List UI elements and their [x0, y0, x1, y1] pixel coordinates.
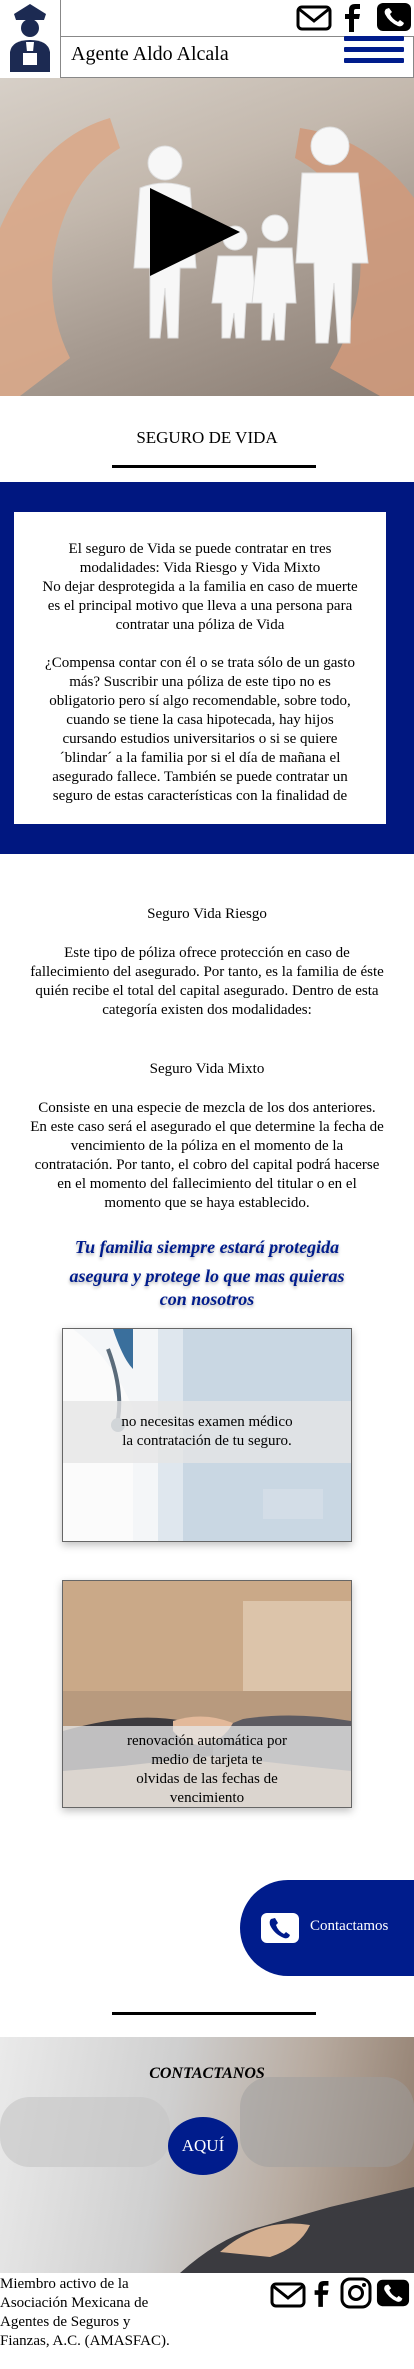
feature-caption-line: la contratación de tu seguro. — [122, 1433, 292, 1449]
mixto-line: en el momento del fallecimiento del titu… — [57, 1176, 357, 1192]
mixto-line: Consiste en una especie de mezcla de los… — [38, 1100, 376, 1116]
intro-line: más? Suscribir una póliza de este tipo n… — [69, 674, 331, 690]
intro-line: seguro de estas características con la f… — [52, 788, 348, 804]
footer-line: Fianzas, A.C. (AMASFAC). — [0, 2333, 170, 2349]
feature-caption-line: medio de tarjeta te — [151, 1752, 263, 1768]
intro-line: El seguro de Vida se puede contratar en … — [68, 541, 332, 557]
feature-caption-line: renovación automática por — [127, 1733, 287, 1749]
feature-card-medical: no necesitas examen médico la contrataci… — [62, 1328, 352, 1542]
tagline-line: asegura y protege lo que mas quieras — [69, 1266, 345, 1286]
mixto-line: vencimiento de la póliza en el momento d… — [70, 1138, 344, 1154]
mixto-line: momento que se haya establecido. — [104, 1195, 310, 1211]
contact-divider — [112, 2012, 316, 2015]
mail-icon[interactable] — [270, 2279, 306, 2309]
contact-pill-label: Contactamos — [310, 1918, 389, 1934]
footer-line: Miembro activo de la — [0, 2276, 129, 2292]
contact-title: CONTACTANOS — [149, 2065, 265, 2082]
intro-line: No dejar desprotegida a la familia en ca… — [42, 579, 358, 595]
intro-box: El seguro de Vida se puede contratar en … — [0, 482, 414, 854]
phone-icon[interactable] — [376, 2, 412, 32]
feature-caption-line: vencimiento — [169, 1790, 245, 1806]
mixto-description: Consiste en una especie de mezcla de los… — [0, 1099, 414, 1213]
intro-line: asegurado fallece. También se puede cont… — [52, 769, 348, 785]
riesgo-description: Este tipo de póliza ofrece protección en… — [0, 944, 414, 1020]
site-name[interactable]: Agente Aldo Alcala — [71, 43, 229, 66]
footer-line: Agentes de Seguros y — [0, 2314, 131, 2330]
mail-icon[interactable] — [296, 2, 332, 32]
play-button-icon[interactable] — [150, 188, 240, 276]
intro-line: cuando se tiene la casa hipotecada, hay … — [66, 712, 334, 728]
tagline: Tu familia siempre estará protegida aseg… — [0, 1236, 414, 1311]
mixto-title: Seguro Vida Mixto — [149, 1061, 265, 1077]
riesgo-line: fallecimiento del asegurado. Por tanto, … — [30, 964, 384, 980]
contact-section: CONTACTANOS AQUÍ — [0, 2037, 414, 2273]
intro-line: ¿Compensa contar con él o se trata sólo … — [45, 655, 355, 671]
mixto-line: En este caso será el asegurado el que de… — [30, 1119, 384, 1135]
instagram-icon[interactable] — [340, 2277, 372, 2309]
hamburger-menu-icon[interactable] — [344, 36, 404, 76]
riesgo-line: categoría existen dos modalidades: — [102, 1002, 312, 1018]
logo[interactable] — [0, 0, 61, 78]
riesgo-line: Este tipo de póliza ofrece protección en… — [64, 945, 350, 961]
contact-here-button[interactable]: AQUÍ — [168, 2117, 238, 2175]
intro-line: ´blindar´ a la familia por si el día de … — [59, 750, 341, 766]
feature-caption: no necesitas examen médico la contrataci… — [63, 1401, 351, 1463]
feature-caption-line: no necesitas examen médico — [121, 1414, 293, 1430]
intro-line: modalidades: Vida Riesgo y Vida Mixto — [79, 560, 321, 576]
facebook-icon[interactable] — [340, 2, 366, 32]
feature-caption: renovación automática por medio de tarje… — [63, 1726, 351, 1807]
feature-caption-line: olvidas de las fechas de — [136, 1771, 278, 1787]
title-divider — [112, 465, 316, 468]
mixto-line: contratación. Por tanto, el cobro del ca… — [34, 1157, 380, 1173]
intro-line: es el principal motivo que lleva a una p… — [47, 598, 353, 614]
tagline-line: con nosotros — [159, 1289, 255, 1309]
hero-video[interactable] — [0, 78, 414, 396]
footer-membership: Miembro activo de la Asociación Mexicana… — [0, 2275, 190, 2351]
riesgo-line: quién recibe el total del capital asegur… — [35, 983, 379, 999]
intro-card: El seguro de Vida se puede contratar en … — [14, 512, 386, 824]
intro-line: obligatorio pero sí algo recomendable, s… — [49, 693, 351, 709]
phone-icon[interactable] — [376, 2277, 410, 2309]
feature-card-renewal: renovación automática por medio de tarje… — [62, 1580, 352, 1808]
phone-icon — [261, 1913, 299, 1943]
footer-line: Asociación Mexicana de — [0, 2295, 149, 2311]
riesgo-title: Seguro Vida Riesgo — [147, 906, 267, 922]
facebook-icon[interactable] — [310, 2277, 334, 2309]
site-footer: Miembro activo de la Asociación Mexicana… — [0, 2273, 414, 2369]
tagline-line: Tu familia siempre estará protegida — [74, 1237, 340, 1257]
site-header: Agente Aldo Alcala — [0, 0, 414, 78]
intro-line: cursando estudios universitarios o si se… — [62, 731, 338, 747]
contact-pill-button[interactable]: Contactamos — [240, 1880, 414, 1976]
agent-logo-icon — [10, 4, 50, 72]
section-title: SEGURO DE VIDA — [136, 428, 278, 447]
intro-line: contratar una póliza de Vida — [115, 617, 285, 633]
